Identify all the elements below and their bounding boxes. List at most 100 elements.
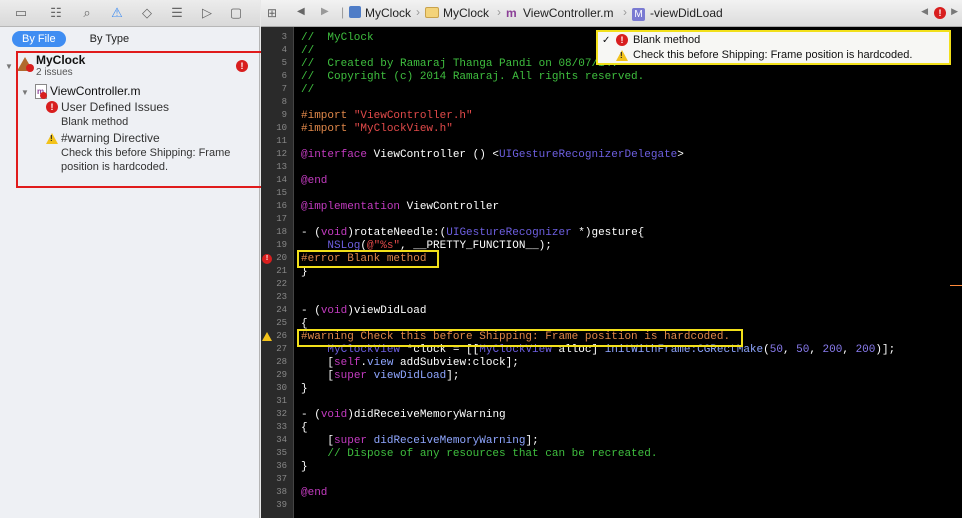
error-icon: !	[616, 34, 628, 46]
jump-bar-method-label: -viewDidLoad	[650, 6, 723, 20]
warning-gutter-icon[interactable]	[262, 332, 272, 341]
code-token: (	[763, 344, 770, 356]
line-number: 35	[276, 448, 287, 458]
code-line[interactable]: }	[301, 383, 308, 395]
code-token: @end	[301, 487, 328, 499]
search-icon[interactable]: ⌕	[77, 4, 97, 22]
code-token: // MyClock	[301, 32, 374, 44]
test-navigator-icon[interactable]: ◇	[137, 4, 157, 22]
log-navigator-icon[interactable]: ▢	[226, 4, 246, 22]
folder-icon[interactable]: ▭	[11, 4, 31, 22]
code-token: self	[334, 357, 361, 369]
code-line[interactable]: // Created by Ramaraj Thanga Pandi on 08…	[301, 58, 618, 70]
code-token: ,	[842, 344, 856, 356]
code-line[interactable]: //	[301, 45, 314, 57]
jump-bar-folder[interactable]: MyClock	[425, 6, 489, 20]
code-token: @end	[301, 175, 328, 187]
popup-item-label: Check this before Shipping: Frame positi…	[633, 49, 913, 61]
code-token: - (	[301, 227, 321, 239]
popup-item-warning[interactable]: Check this before Shipping: Frame positi…	[602, 49, 912, 61]
related-items-icon[interactable]: ⊞	[267, 6, 277, 20]
code-line[interactable]: - (void)rotateNeedle:(UIGestureRecognize…	[301, 227, 644, 239]
code-line[interactable]: // Dispose of any resources that can be …	[301, 448, 657, 460]
code-token: #import	[301, 123, 354, 135]
jump-bar-project[interactable]: MyClock	[349, 6, 411, 20]
code-token: 50	[796, 344, 810, 356]
line-number: 28	[276, 357, 287, 367]
line-number: 23	[276, 292, 287, 302]
code-area[interactable]: // MyClock//// Created by Ramaraj Thanga…	[301, 27, 961, 518]
code-token: UIGestureRecognizerDelegate	[499, 149, 678, 161]
code-line[interactable]: //	[301, 84, 314, 96]
code-token: @implementation	[301, 201, 401, 213]
code-line[interactable]: @implementation ViewController	[301, 201, 499, 213]
code-token: void	[320, 409, 348, 421]
breakpoint-navigator-icon[interactable]: ▷	[197, 4, 217, 22]
error-gutter-icon[interactable]: !	[262, 254, 272, 264]
previous-issue-icon[interactable]: ◀	[921, 6, 928, 17]
code-token: // Created by Ramaraj Thanga Pandi on 08…	[301, 58, 618, 70]
code-line[interactable]: [super didReceiveMemoryWarning];	[301, 435, 539, 447]
jump-bar-file[interactable]: m ViewController.m	[506, 6, 613, 20]
jump-bar-folder-label: MyClock	[443, 6, 490, 20]
line-number: 37	[276, 474, 287, 484]
symbol-navigator-icon[interactable]: ☷	[46, 4, 66, 22]
code-line[interactable]: [self.view addSubview:clock];	[301, 357, 518, 369]
line-number: 17	[276, 214, 287, 224]
line-number: 30	[276, 383, 287, 393]
code-line[interactable]: @end	[301, 175, 327, 187]
line-number: 10	[276, 123, 287, 133]
code-token: UIGestureRecognizer	[446, 227, 572, 239]
line-number: 22	[276, 279, 287, 289]
code-token: >	[677, 149, 684, 161]
issue-error-icon[interactable]: !	[934, 7, 946, 19]
disclosure-triangle-icon[interactable]: ▼	[5, 62, 13, 71]
code-line[interactable]: @interface ViewController () <UIGestureR…	[301, 149, 684, 161]
back-arrow-icon[interactable]: ◀	[297, 6, 305, 17]
code-token: 200	[855, 344, 876, 356]
line-number: 15	[276, 188, 287, 198]
popup-item-label: Blank method	[633, 34, 701, 46]
jump-bar-method[interactable]: M -viewDidLoad	[632, 6, 723, 21]
code-line[interactable]: #import "MyClockView.h"	[301, 123, 453, 135]
code-token: // Dispose of any resources that can be …	[301, 448, 658, 460]
code-token: ];	[525, 435, 539, 447]
line-number: 12	[276, 149, 287, 159]
code-line[interactable]: // Copyright (c) 2014 Ramaraj. All right…	[301, 71, 644, 83]
code-token: super	[334, 370, 368, 382]
line-number: 34	[276, 435, 287, 445]
issue-popup-menu: ✓ ! Blank method Check this before Shipp…	[596, 30, 951, 65]
chevron-right-icon: ›	[497, 5, 501, 19]
by-file-tab[interactable]: By File	[12, 31, 66, 47]
code-token: view	[367, 357, 394, 369]
forward-arrow-icon[interactable]: ▶	[321, 6, 329, 17]
popup-item-blank-method[interactable]: ✓ ! Blank method	[602, 34, 700, 46]
chevron-right-icon: ›	[416, 5, 420, 19]
code-token: super	[334, 435, 368, 447]
code-line[interactable]: }	[301, 461, 308, 473]
code-token: "MyClockView.h"	[353, 123, 453, 135]
code-line[interactable]: - (void)viewDidLoad	[301, 305, 426, 317]
code-line[interactable]: #import "ViewController.h"	[301, 110, 473, 122]
line-number: 32	[276, 409, 287, 419]
code-line[interactable]: {	[301, 422, 308, 434]
code-token: //	[301, 45, 315, 57]
code-token: *)gesture{	[571, 227, 645, 239]
code-token: }	[301, 461, 308, 473]
line-number: 3	[281, 32, 287, 42]
code-line[interactable]: - (void)didReceiveMemoryWarning	[301, 409, 506, 421]
debug-navigator-icon[interactable]: ☰	[167, 4, 187, 22]
code-line[interactable]: // MyClock	[301, 32, 374, 44]
code-line[interactable]: [super viewDidLoad];	[301, 370, 459, 382]
code-line[interactable]: @end	[301, 487, 327, 499]
jump-bar-file-label: ViewController.m	[523, 6, 614, 20]
checkmark-icon: ✓	[602, 34, 611, 46]
line-number: 24	[276, 305, 287, 315]
by-type-tab[interactable]: By Type	[80, 31, 140, 47]
next-issue-icon[interactable]: ▶	[951, 6, 958, 17]
jump-bar: ⊞ ◀ ▶ | MyClock › MyClock › m ViewControl…	[261, 0, 962, 27]
method-icon: M	[632, 8, 645, 21]
code-token: [	[301, 357, 335, 369]
issue-navigator-icon[interactable]: ⚠	[107, 4, 127, 22]
